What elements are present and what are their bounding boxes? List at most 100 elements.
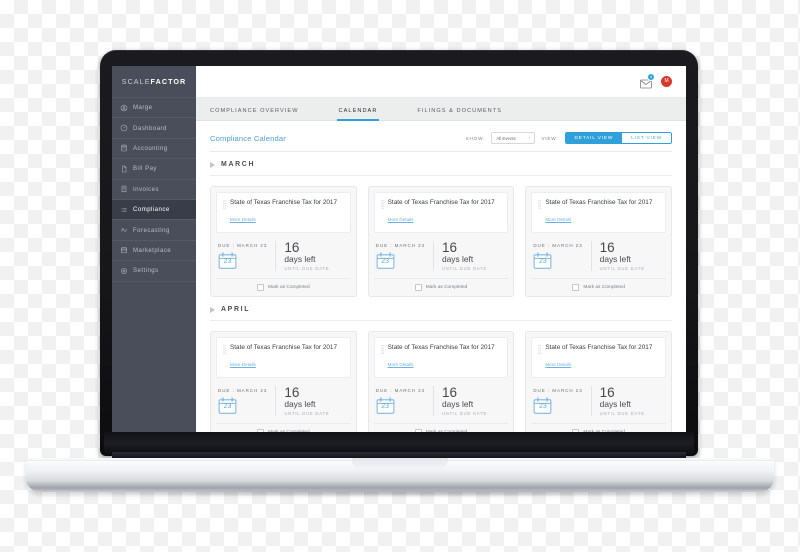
tab-filings-documents[interactable]: FILINGS & DOCUMENTS bbox=[417, 108, 514, 120]
drag-handle-icon[interactable] bbox=[538, 200, 542, 209]
days-left-number: 16 bbox=[599, 385, 615, 401]
card-header: State of Texas Franchise Tax for 2017 Mor… bbox=[531, 192, 667, 234]
days-left-word: days left bbox=[599, 399, 631, 410]
card-due-section: DUE : MARCH 23 23 16 days left UNTIL DUE DAT… bbox=[531, 233, 666, 278]
more-details-link[interactable]: More Details bbox=[388, 362, 414, 367]
card-footer: Mark as Completed bbox=[373, 278, 509, 292]
content-area: 4 M COMPLIANCE OVERVIEW CALENDAR FILINGS &… bbox=[196, 66, 686, 438]
sidebar-item-label: Invoices bbox=[133, 185, 159, 193]
month-header[interactable]: MARCH bbox=[210, 152, 672, 177]
calendar-icon: 23 bbox=[533, 252, 552, 270]
divider bbox=[432, 386, 434, 417]
calendar-icon: 23 bbox=[376, 397, 395, 415]
divider bbox=[590, 241, 592, 272]
mark-completed-label: Mark as Completed bbox=[425, 285, 468, 291]
tab-compliance-overview[interactable]: COMPLIANCE OVERVIEW bbox=[210, 108, 311, 120]
drag-handle-icon[interactable] bbox=[223, 345, 226, 354]
list-icon bbox=[120, 206, 128, 214]
mark-completed-checkbox[interactable] bbox=[414, 284, 422, 292]
sidebar-item-forecasting[interactable]: Forecasting bbox=[112, 220, 196, 241]
base-shadow bbox=[60, 489, 740, 497]
days-left-number: 16 bbox=[284, 240, 300, 256]
card-header: State of Texas Franchise Tax for 2017 Mor… bbox=[531, 337, 667, 379]
compliance-card[interactable]: State of Texas Franchise Tax for 2017 Mor… bbox=[367, 186, 515, 298]
compliance-card[interactable]: State of Texas Franchise Tax for 2017 Mor… bbox=[367, 331, 515, 438]
compliance-card[interactable]: State of Texas Franchise Tax for 2017 Mor… bbox=[525, 186, 673, 298]
avatar[interactable]: M bbox=[661, 75, 672, 87]
days-left-subtitle: UNTIL DUE DATE bbox=[599, 411, 645, 417]
more-details-link[interactable]: More Details bbox=[545, 217, 571, 222]
days-left-column: 16 days left UNTIL DUE DATE bbox=[442, 241, 506, 271]
expand-triangle-icon[interactable] bbox=[210, 306, 215, 313]
show-label: SHOW: bbox=[465, 135, 486, 141]
month-name: MARCH bbox=[221, 161, 256, 169]
card-grid: State of Texas Franchise Tax for 2017 Mor… bbox=[210, 321, 673, 438]
sidebar-item-invoices[interactable]: Invoices bbox=[112, 180, 196, 200]
card-header: State of Texas Franchise Tax for 2017 Mor… bbox=[216, 192, 351, 234]
days-left-word: days left bbox=[284, 254, 316, 265]
mark-completed-label: Mark as Completed bbox=[583, 285, 625, 291]
view-option-detail-view[interactable]: DETAIL VIEW bbox=[565, 133, 623, 144]
sidebar-item-label: Marge bbox=[133, 104, 153, 112]
compliance-card[interactable]: State of Texas Franchise Tax for 2017 Mor… bbox=[210, 331, 357, 438]
sidebar-item-marge[interactable]: Marge bbox=[112, 98, 196, 119]
drag-handle-icon[interactable] bbox=[380, 200, 384, 209]
view-option-list-view[interactable]: LIST VIEW bbox=[622, 133, 671, 144]
more-details-link[interactable]: More Details bbox=[388, 217, 414, 222]
sidebar-item-accounting[interactable]: Accounting bbox=[112, 139, 196, 160]
card-header: State of Texas Franchise Tax for 2017 Mor… bbox=[373, 337, 509, 379]
compliance-card[interactable]: State of Texas Franchise Tax for 2017 Mor… bbox=[210, 186, 357, 298]
calendar-icon: 23 bbox=[218, 397, 237, 415]
gear-icon bbox=[120, 267, 128, 275]
divider bbox=[275, 386, 277, 417]
store-icon bbox=[120, 246, 128, 254]
card-text: State of Texas Franchise Tax for 2017 Mor… bbox=[545, 199, 652, 227]
more-details-link[interactable]: More Details bbox=[230, 217, 256, 222]
sidebar-item-label: Forecasting bbox=[133, 226, 170, 234]
days-left-number: 16 bbox=[441, 385, 458, 401]
card-header: State of Texas Franchise Tax for 2017 Mor… bbox=[373, 192, 509, 234]
card-grid: State of Texas Franchise Tax for 2017 Mor… bbox=[210, 176, 673, 298]
mark-completed-checkbox[interactable] bbox=[572, 284, 580, 292]
more-details-link[interactable]: More Details bbox=[230, 362, 256, 367]
calendar-icon: 23 bbox=[218, 252, 237, 270]
card-text: State of Texas Franchise Tax for 2017 Mor… bbox=[230, 199, 337, 227]
more-details-link[interactable]: More Details bbox=[545, 362, 571, 367]
sidebar-item-settings[interactable]: Settings bbox=[112, 261, 196, 282]
page-title: Compliance Calendar bbox=[210, 133, 286, 143]
tab-calendar[interactable]: CALENDAR bbox=[336, 108, 390, 122]
brand-logo[interactable]: SCALE FACTOR bbox=[112, 66, 196, 98]
compliance-card[interactable]: State of Texas Franchise Tax for 2017 Mor… bbox=[525, 331, 673, 438]
screenshot-stage: SCALE FACTOR Marge Dashboard Accounting Bill… bbox=[0, 0, 800, 552]
days-left-subtitle: UNTIL DUE DATE bbox=[284, 411, 330, 417]
days-left-subtitle: UNTIL DUE DATE bbox=[441, 411, 488, 417]
sidebar-filler bbox=[112, 281, 196, 438]
due-column: DUE : MARCH 23 23 bbox=[376, 243, 425, 270]
due-column: DUE : MARCH 23 23 bbox=[533, 388, 582, 415]
calculator-icon bbox=[120, 144, 128, 152]
drag-handle-icon[interactable] bbox=[538, 345, 542, 354]
envelope-icon[interactable]: 4 bbox=[640, 73, 655, 89]
card-title: State of Texas Franchise Tax for 2017 bbox=[545, 344, 653, 352]
days-left-number: 16 bbox=[284, 385, 300, 401]
top-bar: 4 M bbox=[196, 66, 686, 98]
month-sections: MARCH State of Texas Franchise Tax for 20… bbox=[210, 152, 673, 438]
mark-completed-checkbox[interactable] bbox=[257, 284, 265, 292]
drag-handle-icon[interactable] bbox=[380, 345, 384, 354]
expand-triangle-icon[interactable] bbox=[210, 161, 215, 168]
show-filter-select[interactable]: All Events ↕ bbox=[491, 132, 536, 145]
sidebar-item-dashboard[interactable]: Dashboard bbox=[112, 118, 196, 139]
card-text: State of Texas Franchise Tax for 2017 Mor… bbox=[388, 199, 495, 227]
brand-logo-light: SCALE bbox=[121, 77, 151, 86]
drag-handle-icon[interactable] bbox=[223, 200, 226, 209]
calendar-icon: 23 bbox=[533, 397, 552, 415]
sidebar-item-bill-pay[interactable]: Bill Pay bbox=[112, 159, 196, 180]
due-date-label: DUE : MARCH 23 bbox=[375, 388, 425, 394]
month-header[interactable]: APRIL bbox=[210, 297, 672, 322]
sidebar-item-marketplace[interactable]: Marketplace bbox=[112, 241, 196, 262]
sidebar-item-label: Marketplace bbox=[133, 246, 172, 254]
card-footer: Mark as Completed bbox=[216, 278, 351, 292]
sidebar-item-compliance[interactable]: Compliance bbox=[112, 199, 196, 221]
card-header: State of Texas Franchise Tax for 2017 Mor… bbox=[216, 337, 351, 379]
card-title: State of Texas Franchise Tax for 2017 bbox=[387, 344, 495, 352]
